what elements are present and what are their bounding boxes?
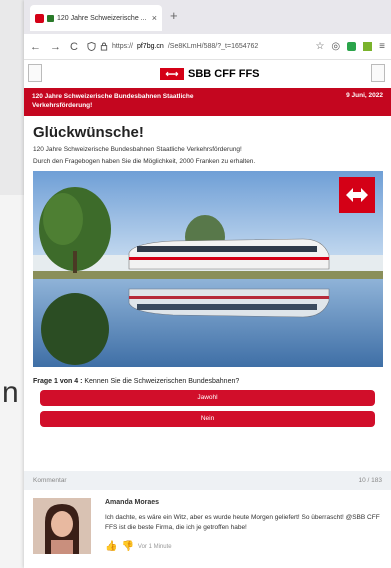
question-line: Frage 1 von 4 : Kennen Sie die Schweizer… [33, 378, 383, 385]
promo-banner: 120 Jahre Schweizerische Bundesbahnen St… [24, 88, 391, 116]
pdf-favicon-icon [35, 13, 44, 23]
url-path: /Se8KLmH/588/?_t=1654762 [167, 43, 259, 50]
comments-header: Kommentar 10 / 183 [24, 471, 391, 490]
tab-title: 120 Jahre Schweizerische ... [57, 14, 147, 22]
subtitle-text: 120 Jahre Schweizerische Bundesbahnen St… [33, 146, 242, 153]
menu-icon[interactable]: ≡ [379, 41, 385, 52]
question-text: Kennen Sie die Schweizerischen Bundesbah… [84, 378, 240, 385]
train-landscape-picture [33, 171, 383, 367]
toolbar-icons: ☆ ◎ ≡ [315, 41, 385, 52]
url-host: pf7bg.cn [136, 43, 164, 50]
back-arrow-icon[interactable]: ← [30, 41, 41, 53]
new-tab-button[interactable]: + [170, 8, 178, 23]
hero-train-image [33, 171, 383, 367]
avatar [33, 498, 91, 554]
background-text: n [2, 376, 19, 409]
extension-grid-icon[interactable] [363, 42, 373, 51]
main-content: Glückwünsche! 120 Jahre Schweizerische B… [24, 116, 391, 427]
address-bar[interactable]: https://pf7bg.cn/Se8KLmH/588/?_t=1654762 [87, 42, 307, 51]
site-header: ⟷ SBB CFF FFS [24, 60, 391, 88]
answer-no-button[interactable]: Nein [40, 411, 375, 427]
extension-icon[interactable] [347, 42, 357, 51]
shield-icon [87, 42, 96, 51]
lock-icon [100, 42, 108, 51]
banner-title: 120 Jahre Schweizerische Bundesbahnen St… [32, 93, 194, 109]
browser-window: 120 Jahre Schweizerische ... × + ← → C h… [24, 0, 391, 568]
navigation-bar: ← → C https://pf7bg.cn/Se8KLmH/588/?_t=1… [24, 34, 391, 60]
intro-text: Durch den Fragebogen haben Sie die Mögli… [33, 158, 256, 165]
thumbs-down-icon[interactable]: 👎 [121, 541, 133, 552]
thumbs-up-icon[interactable]: 👍 [105, 541, 117, 552]
forward-arrow-icon[interactable]: → [50, 41, 61, 53]
comment-item: Amanda Moraes Ich dachte, es wäre ein Wi… [105, 499, 390, 552]
answer-yes-button[interactable]: Jawohl [40, 390, 375, 406]
site-favicon-icon [47, 14, 54, 22]
sbb-logo[interactable]: ⟷ SBB CFF FFS [160, 68, 260, 80]
comment-time: Vor 1 Minute [137, 543, 172, 550]
commenter-name: Amanda Moraes [105, 499, 160, 506]
bookmark-star-icon[interactable]: ☆ [315, 41, 324, 52]
sbb-logo-mark-icon: ⟷ [160, 68, 184, 80]
sbb-logo-text: SBB CFF FFS [188, 68, 260, 80]
tab-bar: 120 Jahre Schweizerische ... × + [24, 0, 391, 34]
url-prefix: https:// [111, 43, 133, 50]
comments-label: Kommentar [33, 477, 67, 484]
tab-active[interactable]: 120 Jahre Schweizerische ... × [30, 5, 162, 31]
question-label: Frage 1 von 4 : [33, 378, 83, 385]
page-heading: Glückwünsche! [33, 124, 144, 141]
comments-count: 10 / 183 [358, 477, 383, 484]
reload-icon[interactable]: C [70, 41, 78, 53]
pocket-icon[interactable]: ◎ [331, 41, 340, 52]
tab-close-icon[interactable]: × [152, 13, 157, 23]
comment-meta: 👍 👎 Vor 1 Minute [105, 541, 390, 552]
comments-section: Kommentar 10 / 183 Amanda Moraes Ich dac… [24, 471, 391, 568]
comment-text: Ich dachte, es wäre ein Witz, aber es wu… [105, 514, 380, 531]
document-icon-right [371, 64, 385, 82]
banner-date: 9 Juni, 2022 [346, 92, 383, 99]
document-icon-left [28, 64, 42, 82]
commenter-photo [33, 498, 91, 554]
